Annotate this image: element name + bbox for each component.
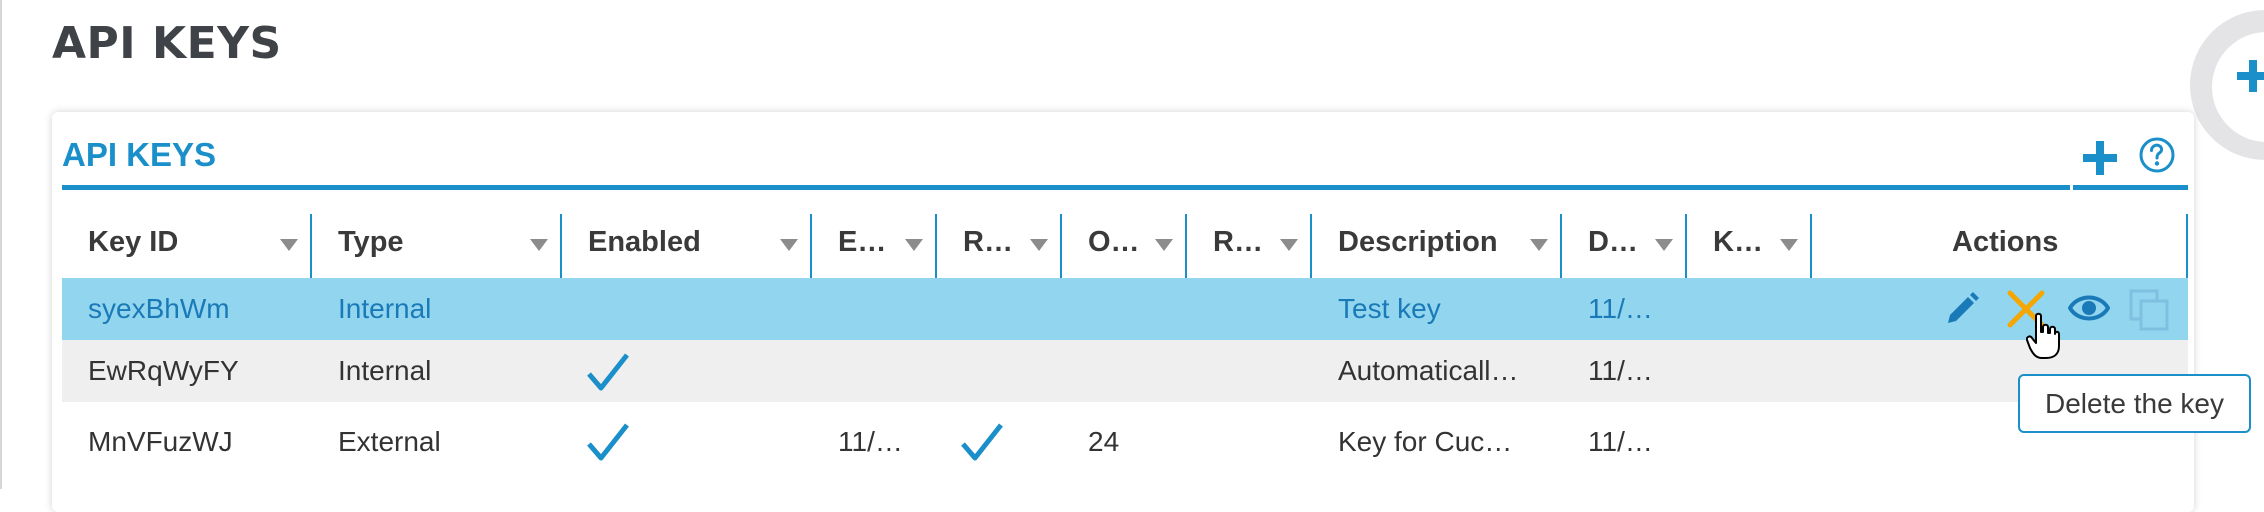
- sort-arrow-icon[interactable]: [530, 239, 548, 251]
- column-header-r[interactable]: R…: [937, 214, 1062, 278]
- tooltip: Delete the key: [2018, 374, 2251, 433]
- column-header-label: O…: [1088, 226, 1140, 258]
- table-row[interactable]: EwRqWyFY Internal Automaticall… 11/…: [62, 340, 2188, 402]
- o-cell: 24: [1088, 426, 1120, 457]
- date-cell: 11/…: [1588, 293, 1653, 324]
- page-title: API KEYS: [52, 18, 282, 69]
- key-id-cell: EwRqWyFY: [88, 355, 239, 386]
- check-icon: [961, 423, 1003, 461]
- view-button[interactable]: [2068, 290, 2110, 326]
- column-header-label: Enabled: [588, 226, 701, 258]
- column-header-label: D…: [1588, 226, 1638, 258]
- column-header-label: E…: [838, 226, 887, 258]
- sort-arrow-icon[interactable]: [1655, 239, 1673, 251]
- pencil-icon: [1948, 292, 1979, 323]
- column-header-label: Key ID: [88, 226, 179, 258]
- type-cell: External: [338, 426, 441, 457]
- column-header-label: R…: [1213, 226, 1263, 258]
- check-icon: [587, 353, 629, 391]
- table-header: Key ID Type Enabled E… R… O… R… Descript…: [62, 214, 2188, 280]
- column-header-r-2[interactable]: R…: [1187, 214, 1312, 278]
- plus-icon[interactable]: [2233, 56, 2264, 96]
- description-cell: Test key: [1338, 293, 1441, 324]
- type-cell: Internal: [338, 355, 432, 386]
- edit-button[interactable]: [1942, 289, 1982, 329]
- sort-arrow-icon[interactable]: [280, 239, 298, 251]
- column-header-label: R…: [963, 226, 1013, 258]
- plus-icon: [2083, 141, 2117, 175]
- hand-pointer-icon: [2026, 312, 2060, 359]
- help-button[interactable]: [2138, 136, 2176, 174]
- panel-divider-gap: [2070, 185, 2073, 190]
- eye-icon: [2068, 295, 2110, 321]
- sort-arrow-icon[interactable]: [1155, 239, 1173, 251]
- column-header-label: K…: [1713, 226, 1763, 258]
- panel-title: API KEYS: [62, 136, 217, 173]
- key-id-cell: syexBhWm: [88, 293, 230, 324]
- column-header-o[interactable]: O…: [1062, 214, 1187, 278]
- sort-arrow-icon[interactable]: [1280, 239, 1298, 251]
- column-header-enabled[interactable]: Enabled: [562, 214, 812, 278]
- column-header-key-id[interactable]: Key ID: [62, 214, 312, 278]
- column-header-actions: Actions: [1812, 214, 2188, 278]
- column-header-description[interactable]: Description: [1312, 214, 1562, 278]
- date-cell: 11/…: [1588, 426, 1653, 457]
- add-key-button[interactable]: [2080, 138, 2120, 178]
- panel-title-divider: [62, 185, 2188, 190]
- copy-button[interactable]: [2128, 288, 2170, 332]
- key-id-cell: MnVFuzWJ: [88, 426, 233, 457]
- sort-arrow-icon[interactable]: [1780, 239, 1798, 251]
- sort-arrow-icon[interactable]: [905, 239, 923, 251]
- check-icon: [587, 423, 629, 461]
- copy-icon: [2129, 289, 2169, 331]
- column-header-label: Type: [338, 226, 404, 258]
- date-cell: 11/…: [1588, 355, 1653, 386]
- description-cell: Key for Cuc…: [1338, 426, 1513, 457]
- page-left-border: [0, 0, 2, 489]
- column-header-k[interactable]: K…: [1687, 214, 1812, 278]
- type-cell: Internal: [338, 293, 432, 324]
- column-header-type[interactable]: Type: [312, 214, 562, 278]
- sort-arrow-icon[interactable]: [780, 239, 798, 251]
- question-circle-icon: [2139, 137, 2175, 173]
- expiry-cell: 11/…: [838, 426, 903, 457]
- table-row[interactable]: MnVFuzWJ External 11/… 24 Key for Cuc… 1…: [62, 402, 2188, 482]
- table-row[interactable]: syexBhWm Internal Test key 11/…: [62, 278, 2188, 340]
- column-header-d[interactable]: D…: [1562, 214, 1687, 278]
- column-header-label: Description: [1338, 226, 1498, 258]
- sort-arrow-icon[interactable]: [1530, 239, 1548, 251]
- description-cell: Automaticall…: [1338, 355, 1519, 386]
- sort-arrow-icon[interactable]: [1030, 239, 1048, 251]
- column-header-e[interactable]: E…: [812, 214, 937, 278]
- column-header-label: Actions: [1952, 226, 2059, 258]
